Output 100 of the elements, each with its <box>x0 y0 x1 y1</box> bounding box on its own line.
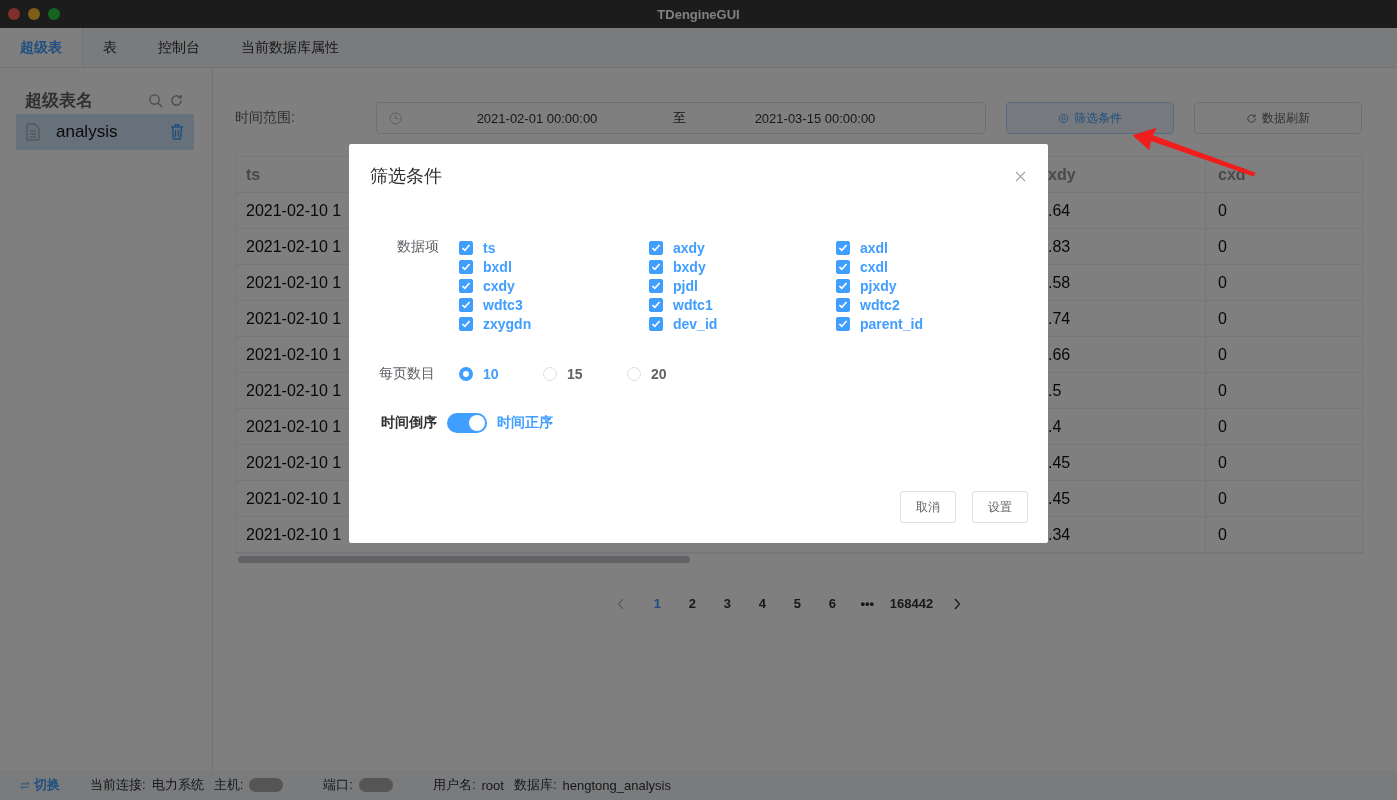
more-pages-button[interactable]: ••• <box>852 596 882 611</box>
trash-icon[interactable] <box>170 124 184 140</box>
column-checkbox[interactable]: zxygdn <box>459 314 649 333</box>
column-checkbox[interactable]: pjxdy <box>836 276 986 295</box>
table-cell-text: 2021-02-10 1 <box>245 200 343 221</box>
column-checkbox[interactable]: wdtc3 <box>459 295 649 314</box>
column-checkbox[interactable]: parent_id <box>836 314 986 333</box>
status-label: 数据库: <box>513 776 557 794</box>
status-label: 用户名: <box>432 776 476 794</box>
checkbox[interactable] <box>459 297 473 312</box>
checkbox[interactable] <box>459 316 473 331</box>
date-range-field[interactable]: 2021-02-01 00:00:00 至 2021-03-15 00:00:00 <box>376 102 986 134</box>
search-icon[interactable] <box>148 92 163 108</box>
document-icon <box>26 123 40 141</box>
checkbox[interactable] <box>836 240 850 255</box>
table-cell-text: .58 <box>1048 272 1072 293</box>
checkbox[interactable] <box>459 259 473 274</box>
page-button[interactable]: 5 <box>782 596 812 611</box>
minimize-window-icon[interactable] <box>28 8 40 20</box>
tab[interactable]: 表 <box>83 28 138 67</box>
table-cell-text: .34 <box>1048 524 1072 545</box>
time-range-label: 时间范围: <box>235 109 296 127</box>
table-cell-text: .4 <box>1048 416 1063 437</box>
table-cell: 0 <box>1205 481 1362 516</box>
table-cell: 0 <box>1205 337 1362 372</box>
checkbox[interactable] <box>836 278 850 293</box>
table-cell: 0 <box>1205 373 1362 408</box>
toggle-off-label: 时间倒序 <box>381 414 437 432</box>
status-label: 主机: <box>213 776 244 794</box>
checkbox[interactable] <box>836 259 850 274</box>
next-page-icon[interactable] <box>953 597 962 610</box>
status-value: hengtong_analysis <box>562 777 671 793</box>
table-cell-text: 2021-02-10 1 <box>245 416 343 437</box>
scrollbar-thumb[interactable] <box>238 556 690 563</box>
column-checkbox[interactable]: axdl <box>836 238 986 257</box>
maximize-window-icon[interactable] <box>48 8 60 20</box>
checkbox[interactable] <box>459 278 473 293</box>
radio-button[interactable] <box>459 367 473 381</box>
column-checkbox[interactable]: bxdy <box>649 257 836 276</box>
table-cell: 0 <box>1205 517 1362 552</box>
checkbox[interactable] <box>836 297 850 312</box>
column-checkbox[interactable]: wdtc1 <box>649 295 836 314</box>
close-icon[interactable] <box>1015 170 1026 182</box>
checkbox[interactable] <box>649 240 663 255</box>
table-cell-text: 2021-02-10 1 <box>245 272 343 293</box>
column-checkbox[interactable]: bxdl <box>459 257 649 276</box>
checkbox[interactable] <box>459 240 473 255</box>
table-cell: 0 <box>1205 229 1362 264</box>
column-checkbox[interactable]: cxdy <box>459 276 649 295</box>
column-checkbox[interactable]: axdy <box>649 238 836 257</box>
swap-icon <box>20 780 30 790</box>
page-button[interactable]: 6 <box>817 596 847 611</box>
checkbox[interactable] <box>649 316 663 331</box>
table-cell-text: 2021-02-10 1 <box>245 524 343 545</box>
order-toggle[interactable] <box>447 413 487 433</box>
page-button[interactable]: 3 <box>712 596 742 611</box>
window-title: TDengineGUI <box>657 6 740 22</box>
refresh-icon[interactable] <box>169 92 184 108</box>
sidebar-title: 超级表名 <box>25 89 94 112</box>
sidebar-item[interactable]: analysis <box>16 114 194 150</box>
status-label: 当前连接: <box>90 776 146 794</box>
status-value: root <box>481 777 504 793</box>
page-button[interactable]: 168442 <box>887 596 936 611</box>
column-checkbox[interactable]: pjdl <box>649 276 836 295</box>
page-button[interactable]: 4 <box>747 596 777 611</box>
page-size-radio[interactable]: 20 <box>627 366 697 382</box>
previous-page-icon[interactable] <box>616 597 625 610</box>
column-checkbox[interactable]: dev_id <box>649 314 836 333</box>
checkbox[interactable] <box>649 278 663 293</box>
status-value: 电力系统 <box>151 776 204 794</box>
page-size-radio[interactable]: 10 <box>459 366 529 382</box>
column-checkbox[interactable]: wdtc2 <box>836 295 986 314</box>
table-cell-text: .45 <box>1048 452 1072 473</box>
page-button[interactable]: 2 <box>677 596 707 611</box>
column-checkbox[interactable]: cxdl <box>836 257 986 276</box>
checkbox[interactable] <box>836 316 850 331</box>
tab[interactable]: 超级表 <box>0 28 83 67</box>
toggle-on-label: 时间正序 <box>497 414 553 432</box>
table-cell-text: 2021-02-10 1 <box>245 308 343 329</box>
table-cell: 0 <box>1205 445 1362 480</box>
page-size-radio[interactable]: 15 <box>543 366 613 382</box>
filter-button[interactable]: 筛选条件 <box>1006 102 1174 134</box>
table-cell-text: 2021-02-10 1 <box>245 380 343 401</box>
cancel-button[interactable]: 取消 <box>900 491 956 523</box>
tab[interactable]: 当前数据库属性 <box>221 28 360 67</box>
confirm-button[interactable]: 设置 <box>972 491 1028 523</box>
refresh-button[interactable]: 数据刷新 <box>1194 102 1362 134</box>
table-cell-text: 2021-02-10 1 <box>245 344 343 365</box>
table-cell-text: 2021-02-10 1 <box>245 236 343 257</box>
tab[interactable]: 控制台 <box>138 28 221 67</box>
field-label: 每页数目 <box>378 365 436 383</box>
checkbox[interactable] <box>649 297 663 312</box>
column-checkbox[interactable]: ts <box>459 238 649 257</box>
close-window-icon[interactable] <box>8 8 20 20</box>
table-cell: 0 <box>1205 265 1362 300</box>
clock-icon <box>389 111 402 125</box>
switch-button[interactable]: 切换 <box>20 776 60 794</box>
table-cell-text: .64 <box>1048 200 1072 221</box>
checkbox[interactable] <box>649 259 663 274</box>
page-button[interactable]: 1 <box>642 596 672 611</box>
